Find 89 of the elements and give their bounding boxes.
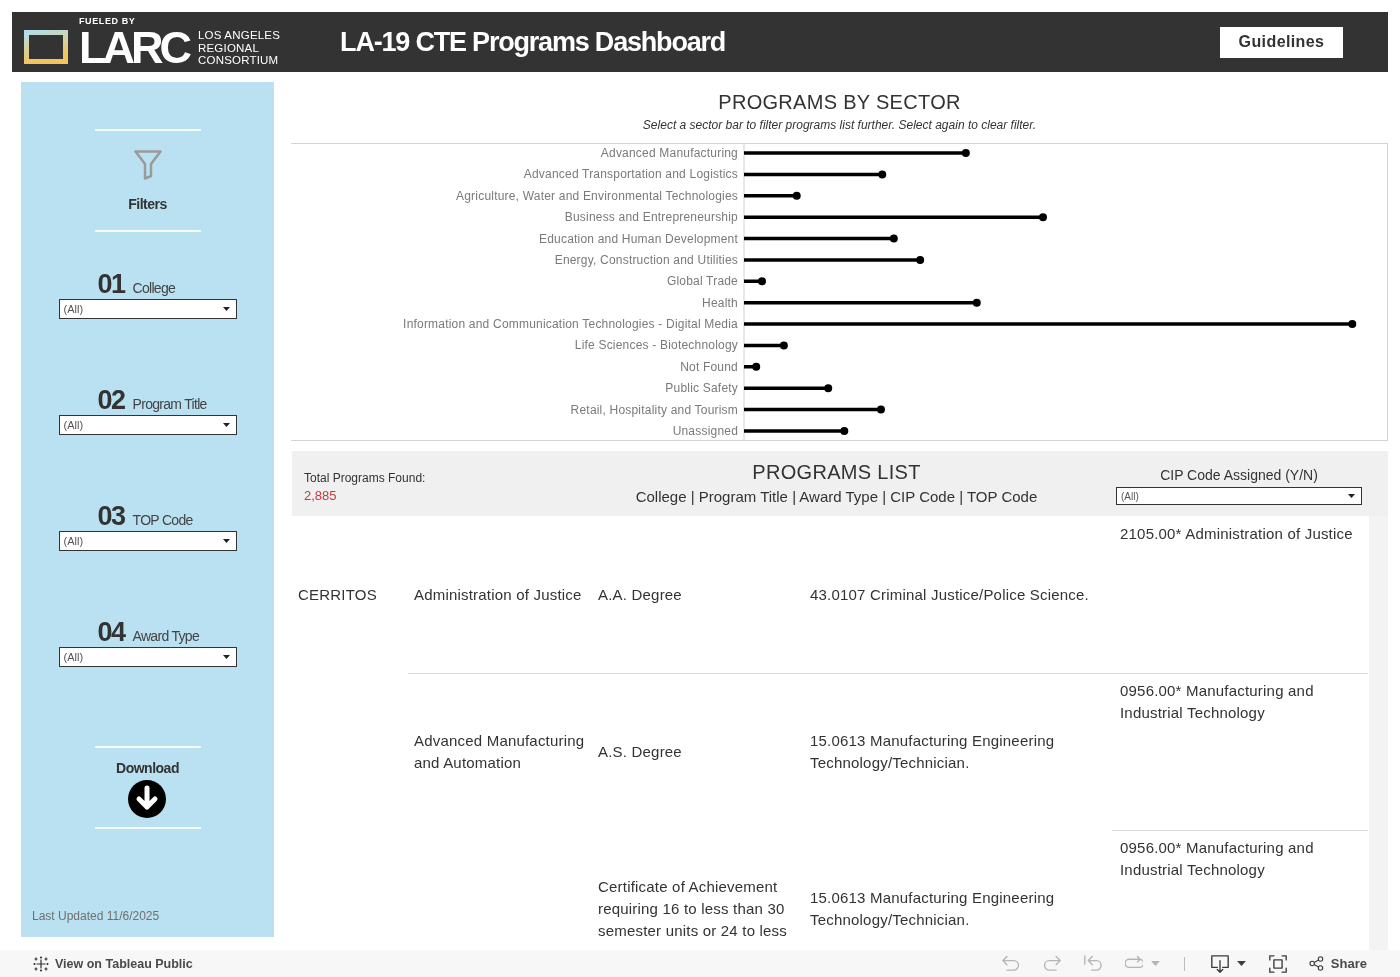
sector-label: Not Found (680, 359, 738, 374)
filter-label: College (132, 280, 176, 296)
filters-heading: Filters (128, 196, 167, 212)
sector-label: Business and Entrepreneurship (564, 210, 738, 225)
view-on-tableau-link[interactable]: View on Tableau Public (33, 955, 193, 972)
revert-icon (1083, 954, 1102, 973)
top-code: 0956.00* Manufacturing and Industrial Technology (1120, 838, 1315, 880)
scrollbar[interactable] (1369, 516, 1388, 950)
chart-title: PROGRAMS BY SECTOR (718, 90, 961, 114)
filter-dropdown[interactable]: (All) (58, 299, 237, 319)
filter-dropdown[interactable]: (All) (58, 647, 237, 667)
top-code: 0956.00* Manufacturing and Industrial Technology (1120, 681, 1315, 723)
sector-label: Global Trade (666, 274, 738, 289)
filter-number: 03 (97, 504, 125, 528)
filter-dropdown[interactable]: (All) (58, 531, 237, 551)
share-icon (1308, 956, 1324, 971)
caret-icon (222, 539, 230, 543)
share-button[interactable]: Share (1308, 956, 1367, 971)
guidelines-button[interactable]: Guidelines (1220, 26, 1343, 58)
logo-wordmark: LARC (79, 27, 188, 68)
lollipop-bar[interactable] (744, 255, 925, 264)
sector-label: Retail, Hospitality and Tourism (570, 402, 738, 417)
cip-filter-label: CIP Code Assigned (Y/N) (1159, 467, 1319, 483)
filter-label: Award Type (132, 628, 199, 644)
lollipop-bar[interactable] (744, 341, 788, 350)
logo-org-name: REGIONAL (198, 41, 261, 55)
lollipop-bar[interactable] (744, 384, 833, 393)
square-frame-icon (24, 30, 68, 64)
redo-icon (1042, 954, 1061, 973)
logo-tagline: FUELED BY (79, 16, 136, 27)
lollipop-bar[interactable] (744, 277, 766, 286)
lollipop-bar[interactable] (744, 320, 1357, 329)
cip-code: 15.0613 Manufacturing Engineering Technology/Technician. (810, 888, 1056, 930)
total-programs-count: 2,885 (304, 489, 338, 503)
filter-label: Program Title (132, 396, 207, 412)
lollipop-bar[interactable] (744, 213, 1047, 222)
caret-icon (222, 307, 230, 311)
dashboard-title: LA-19 CTE Programs Dashboard (340, 26, 726, 58)
college-name: CERRITOS (298, 585, 377, 605)
lollipop-bar[interactable] (744, 298, 981, 307)
lollipop-bar[interactable] (744, 170, 887, 179)
caret-icon (222, 655, 230, 659)
sector-label: Education and Human Development (539, 231, 738, 246)
undo-icon (1001, 954, 1020, 973)
program-title: Administration of Justice (414, 585, 582, 605)
filter-number: 02 (97, 388, 125, 412)
filter-dropdown[interactable]: (All) (58, 415, 237, 435)
logo-org-name: CONSORTIUM (198, 54, 280, 67)
top-code: 2105.00* Administration of Justice (1120, 524, 1353, 544)
lollipop-bar[interactable] (744, 149, 970, 157)
lollipop-bar[interactable] (744, 362, 761, 371)
filter-label: TOP Code (132, 512, 193, 528)
logo-org-name: LOS ANGELES (198, 29, 281, 42)
filter-number: 04 (97, 620, 125, 644)
cip-code: 43.0107 Criminal Justice/Police Science. (810, 585, 1089, 605)
sector-label: Advanced Transportation and Logistics (523, 167, 738, 182)
cross-cluster-icon (33, 955, 49, 972)
cip-filter-dropdown[interactable]: (All) (1116, 487, 1362, 505)
sector-label: Energy, Construction and Utilities (554, 252, 738, 267)
award-type: A.A. Degree (598, 585, 682, 605)
sector-label: Agriculture, Water and Environmental Technologies (456, 188, 738, 203)
cip-code: 15.0613 Manufacturing Engineering Technology/Technician. (810, 731, 1056, 773)
filter-number: 01 (97, 272, 125, 296)
sector-label: Public Safety (665, 381, 738, 396)
columns-caption: College | Program Title | Award Type | CIP Code | TOP Code (635, 488, 1038, 506)
lollipop-bar[interactable] (744, 234, 898, 243)
sector-label: Unassigned (672, 424, 738, 438)
download-button[interactable]: Download (116, 760, 179, 818)
sector-label: Advanced Manufacturing (600, 146, 738, 160)
fullscreen-icon (1268, 954, 1287, 973)
chart-instructions: Select a sector bar to filter programs list further. Select again to clear filter. (642, 118, 1037, 132)
download-icon (1210, 954, 1229, 973)
program-title: Advanced Manufacturing and Automation (414, 731, 586, 773)
lollipop-bar[interactable] (744, 191, 801, 200)
award-type: Certificate of Achievement requiring 16 to less than 30 semester units or 24 to less (598, 877, 788, 941)
sector-label: Information and Communication Technologies - Digital Media (403, 317, 738, 332)
programs-list-title: PROGRAMS LIST (752, 460, 921, 484)
caret-icon (1348, 494, 1355, 498)
caret-icon (222, 423, 230, 427)
sector-label: Health (702, 295, 738, 310)
last-updated-note: Last Updated 11/6/2025 (32, 909, 160, 923)
sector-label: Life Sciences - Biotechnology (574, 338, 738, 353)
lollipop-bar[interactable] (744, 427, 849, 435)
download-menu-button[interactable] (1210, 954, 1246, 973)
lollipop-bar[interactable] (744, 405, 885, 414)
total-programs-label: Total Programs Found: (304, 471, 427, 485)
award-type: A.S. Degree (598, 742, 682, 762)
filter-icon (133, 150, 162, 180)
fullscreen-button[interactable] (1268, 954, 1287, 973)
